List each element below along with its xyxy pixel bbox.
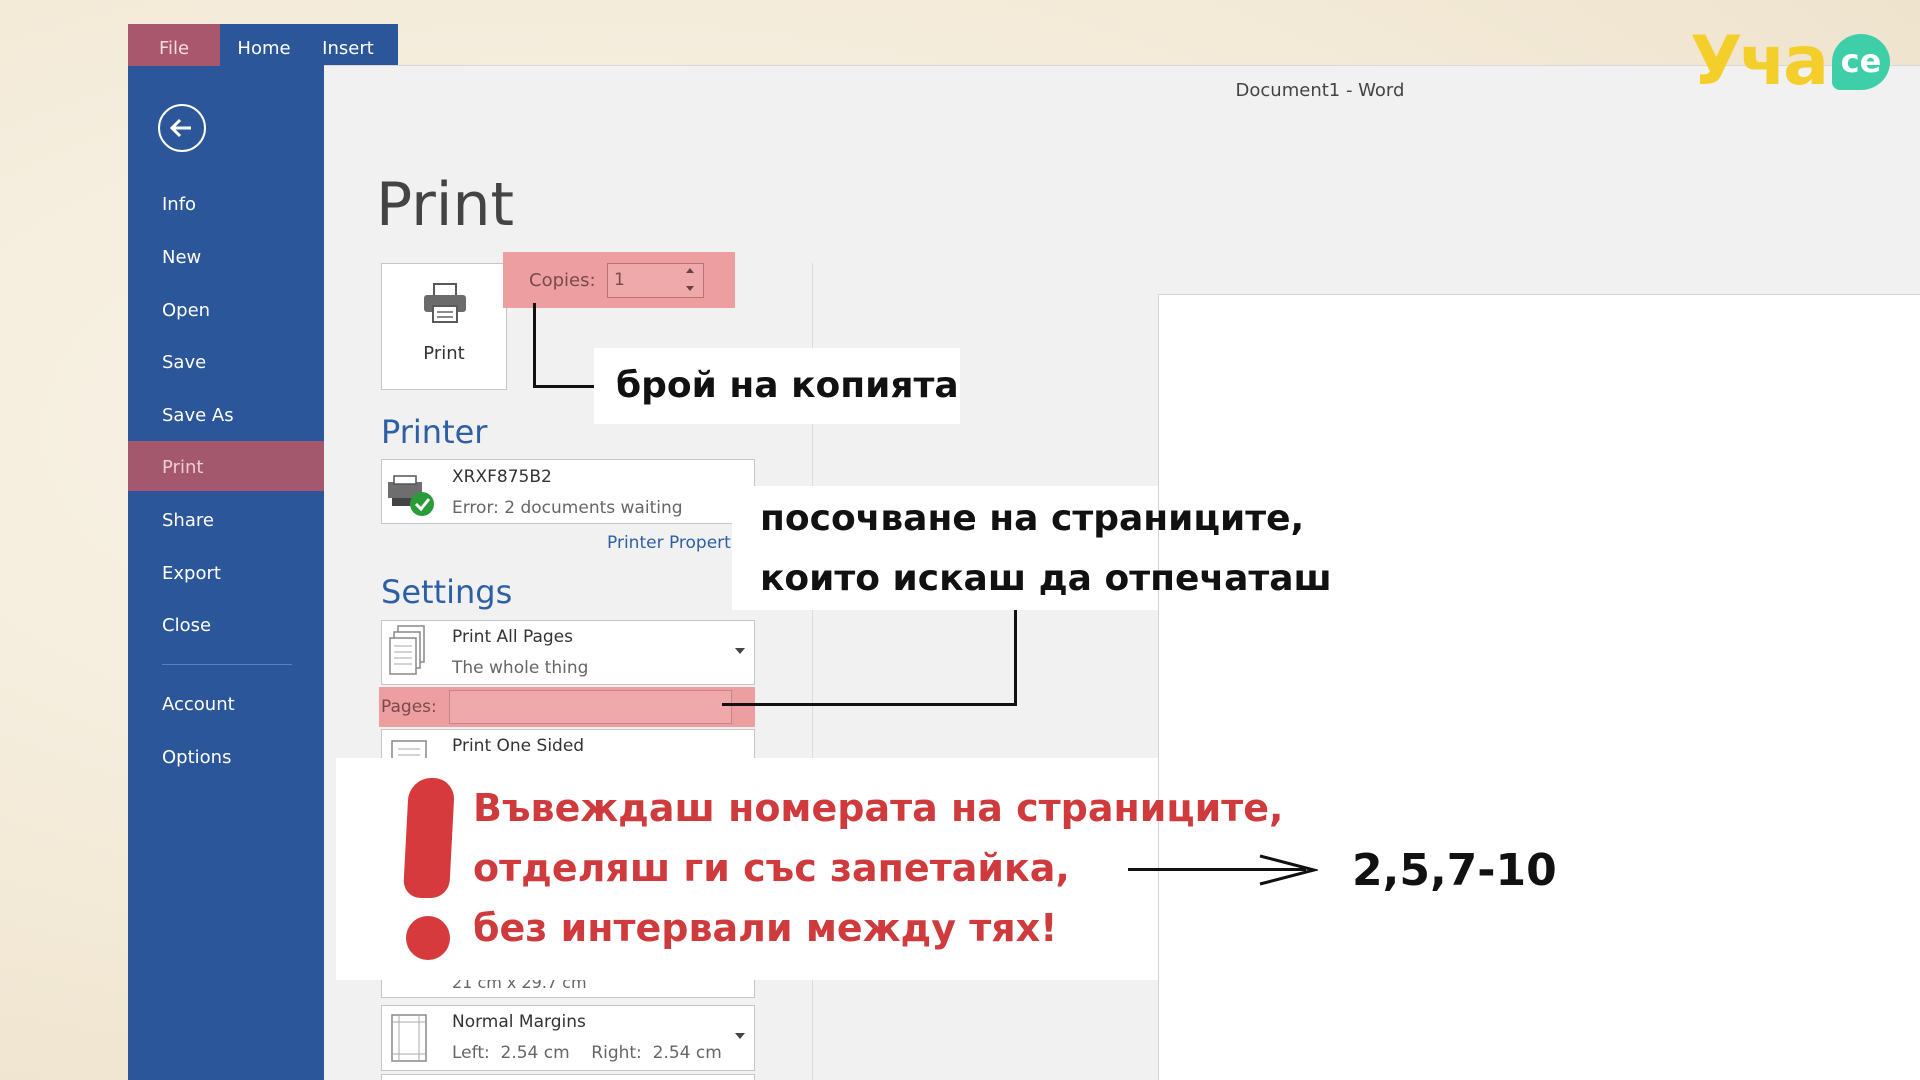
sidebar-item-export[interactable]: Export xyxy=(162,563,221,584)
copies-label: Copies: xyxy=(529,270,596,291)
copies-annotation: брой на копията xyxy=(594,348,960,424)
sidebar-item-save-as[interactable]: Save As xyxy=(162,405,234,426)
pages-callout-line-h xyxy=(722,703,1017,706)
warning-line-3: без интервали между тях! xyxy=(473,906,1058,950)
sidebar-item-close[interactable]: Close xyxy=(162,615,211,636)
backstage-sidebar xyxy=(128,66,324,1080)
title-divider xyxy=(324,65,1920,66)
sidebar-item-account[interactable]: Account xyxy=(162,694,235,715)
pages-input[interactable] xyxy=(449,690,732,724)
pages-label: Pages: xyxy=(381,697,437,717)
printer-name: XRXF875B2 xyxy=(452,467,552,487)
logo-badge: се xyxy=(1832,34,1890,90)
logo-text: Уча xyxy=(1690,22,1829,101)
next-setting-dropdown[interactable] xyxy=(381,1074,755,1080)
back-button[interactable] xyxy=(158,104,206,152)
tab-home[interactable]: Home xyxy=(228,24,300,66)
sidebar-active-highlight xyxy=(128,441,326,491)
print-range-caret-icon xyxy=(735,648,745,654)
copies-callout-line xyxy=(533,303,536,388)
sidebar-item-info[interactable]: Info xyxy=(162,194,196,215)
print-button-label: Print xyxy=(423,343,465,364)
window-title: Document1 - Word xyxy=(1235,80,1405,101)
example-pages: 2,5,7-10 xyxy=(1352,845,1557,896)
printer-icon xyxy=(424,283,466,323)
copies-down-icon[interactable] xyxy=(686,286,694,291)
exclamation-dot-icon xyxy=(406,916,450,960)
printer-heading: Printer xyxy=(381,413,488,451)
tab-file[interactable]: File xyxy=(128,24,220,66)
print-preview-page xyxy=(1158,294,1920,1080)
tab-insert[interactable]: Insert xyxy=(318,24,378,66)
margins-caret-icon xyxy=(735,1033,745,1039)
warning-line-1: Въвеждаш номерата на страниците, xyxy=(473,786,1284,830)
printer-status-icon xyxy=(388,475,434,516)
print-range-value: Print All Pages xyxy=(452,627,574,647)
margins-icon xyxy=(391,1014,427,1062)
sidebar-item-open[interactable]: Open xyxy=(162,300,210,321)
arrowhead-icon xyxy=(1259,854,1318,886)
settings-heading: Settings xyxy=(381,573,513,611)
sidebar-item-options[interactable]: Options xyxy=(162,747,231,768)
back-arrow-icon xyxy=(169,118,191,138)
copies-up-icon[interactable] xyxy=(686,268,694,273)
print-button[interactable] xyxy=(381,263,507,390)
sidebar-item-print[interactable]: Print xyxy=(162,457,203,478)
pages-callout-line xyxy=(1014,610,1017,706)
pages-annotation-line2: които искаш да отпечаташ xyxy=(760,558,1332,599)
pages-annotation-line1: посочване на страниците, xyxy=(760,498,1305,539)
page-title: Print xyxy=(376,170,515,240)
printer-status: Error: 2 documents waiting xyxy=(452,498,683,518)
margins-value: Normal Margins xyxy=(452,1012,586,1032)
warning-line-2: отделяш ги със запетайка, xyxy=(473,846,1070,890)
margins-description: Left: 2.54 cm Right: 2.54 cm xyxy=(452,1043,722,1063)
sidebar-item-share[interactable]: Share xyxy=(162,510,214,531)
sided-value: Print One Sided xyxy=(452,736,585,756)
sidebar-divider xyxy=(162,664,292,665)
sidebar-item-save[interactable]: Save xyxy=(162,352,206,373)
pages-stack-icon xyxy=(389,625,425,675)
print-range-description: The whole thing xyxy=(452,658,589,678)
sidebar-item-new[interactable]: New xyxy=(162,247,201,268)
exclamation-icon xyxy=(402,778,456,898)
